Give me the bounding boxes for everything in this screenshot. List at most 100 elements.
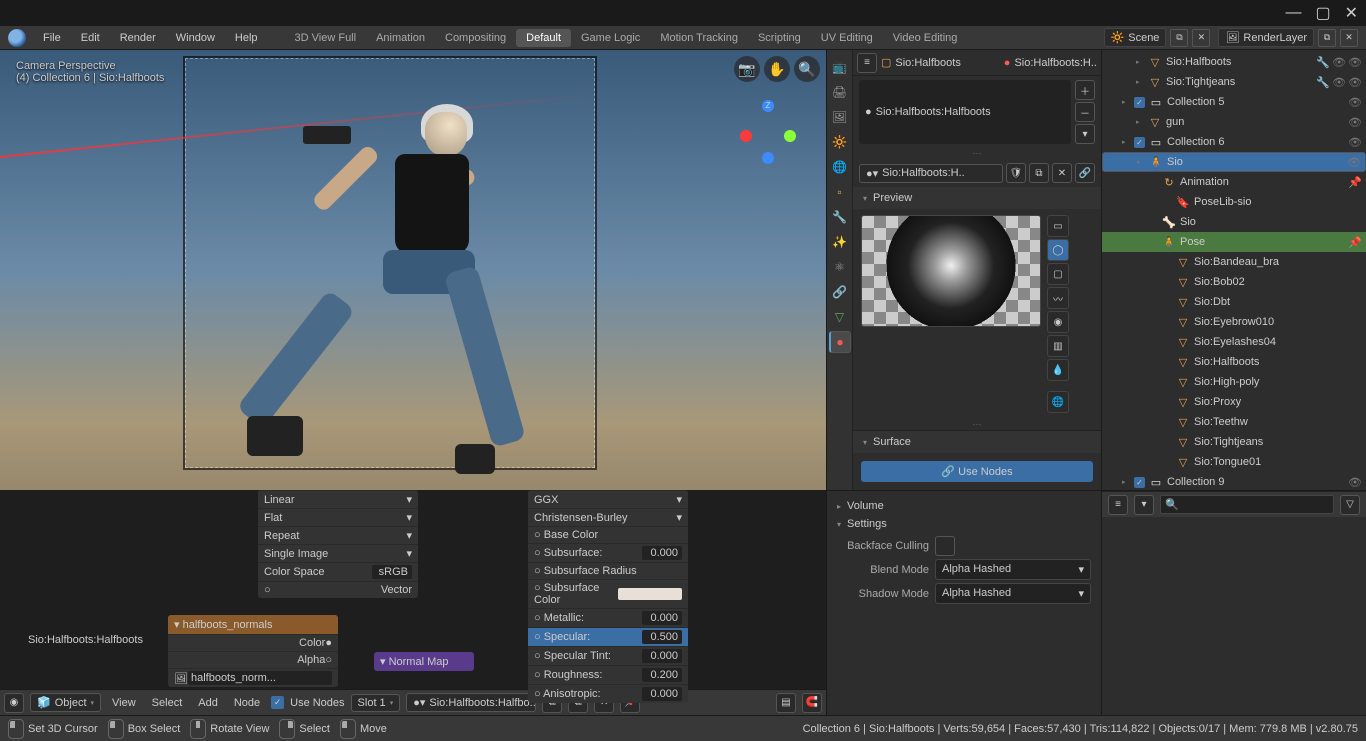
viewlayer-delete-icon[interactable]: ✕ xyxy=(1340,29,1358,47)
tab-viewlayer-icon[interactable]: 🖼 xyxy=(829,106,851,128)
menu-edit[interactable]: Edit xyxy=(72,29,109,47)
mat-fake-user-icon[interactable]: 🛡 xyxy=(1006,163,1026,183)
preview-sphere-icon[interactable]: ◯ xyxy=(1047,239,1069,261)
use-nodes-checkbox[interactable]: ✓ xyxy=(271,696,284,709)
bsdf-input[interactable]: ○ Anisotropic:0.000 xyxy=(528,684,688,703)
volume-panel-header[interactable]: ▸Volume xyxy=(837,497,1091,515)
menu-window[interactable]: Window xyxy=(167,29,224,47)
bsdf-input[interactable]: ○ Subsurface Radius xyxy=(528,562,688,579)
backface-checkbox[interactable] xyxy=(935,536,955,556)
outliner-row[interactable]: ▸▽gun👁 xyxy=(1102,112,1366,132)
shadow-mode-select[interactable]: Alpha Hashed▾ xyxy=(935,583,1091,604)
preview-hair-icon[interactable]: 〰 xyxy=(1047,287,1069,309)
outliner-filter-icon[interactable]: ▽ xyxy=(1340,495,1360,515)
outliner-row[interactable]: ▽Sio:Teethw xyxy=(1102,412,1366,432)
outliner-row[interactable]: ▽Sio:Halfboots xyxy=(1102,352,1366,372)
preview-shaderball-icon[interactable]: ◉ xyxy=(1047,311,1069,333)
settings-panel-header[interactable]: ▾Settings xyxy=(837,515,1091,533)
outliner-row[interactable]: ↻Animation📌 xyxy=(1102,172,1366,192)
outliner-row[interactable]: ▸✓▭Collection 5👁 xyxy=(1102,92,1366,112)
tab-render-icon[interactable]: 📺 xyxy=(829,56,851,78)
bsdf-input[interactable]: ○ Base Color xyxy=(528,526,688,543)
props-editor-icon[interactable]: ≡ xyxy=(857,53,877,73)
normals-texture-node[interactable]: ▾ halfboots_normals Color ● Alpha ○ 🖼 ha… xyxy=(168,615,338,687)
bsdf-input[interactable]: ○ Specular:0.500 xyxy=(528,627,688,646)
mat-slot-menu-icon[interactable]: ▾ xyxy=(1075,124,1095,144)
outliner-row[interactable]: ▽Sio:Proxy xyxy=(1102,392,1366,412)
workspace-tab[interactable]: Game Logic xyxy=(571,29,650,47)
scene-new-icon[interactable]: ⧉ xyxy=(1170,29,1188,47)
surface-panel-header[interactable]: ▾Surface xyxy=(853,431,1101,453)
tab-world-icon[interactable]: 🌐 xyxy=(829,156,851,178)
workspace-tab[interactable]: Animation xyxy=(366,29,435,47)
outliner-row[interactable]: ▸▽Sio:Tightjeans🔧👁👁 xyxy=(1102,72,1366,92)
view-camera-icon[interactable]: 📷 xyxy=(734,56,760,82)
bsdf-input[interactable]: ○ Metallic:0.000 xyxy=(528,608,688,627)
maximize-icon[interactable]: ▢ xyxy=(1315,3,1330,23)
view-pan-icon[interactable]: ✋ xyxy=(764,56,790,82)
tab-object-icon[interactable]: ▫ xyxy=(829,181,851,203)
node-menu-view[interactable]: View xyxy=(107,697,141,709)
outliner-row[interactable]: ▽Sio:High-poly xyxy=(1102,372,1366,392)
use-nodes-button[interactable]: 🔗 Use Nodes xyxy=(861,461,1093,482)
mat-slot-remove-icon[interactable]: － xyxy=(1075,102,1095,122)
tab-material-icon[interactable]: ● xyxy=(829,331,851,353)
mat-nodetree-icon[interactable]: 🔗 xyxy=(1075,163,1095,183)
outliner-display-icon[interactable]: ▾ xyxy=(1134,495,1154,515)
menu-file[interactable]: File xyxy=(34,29,70,47)
tab-physics-icon[interactable]: ⚛ xyxy=(829,256,851,278)
blend-mode-select[interactable]: Alpha Hashed▾ xyxy=(935,559,1091,580)
outliner-row[interactable]: ▽Sio:Bob02 xyxy=(1102,272,1366,292)
tab-data-icon[interactable]: ▽ xyxy=(829,306,851,328)
breadcrumb-mat[interactable]: Sio:Halfboots:H.. xyxy=(1014,57,1097,69)
minimize-icon[interactable]: — xyxy=(1285,4,1301,22)
outliner-row[interactable]: ▽Sio:Tongue01 xyxy=(1102,452,1366,472)
outliner-row[interactable]: ▽Sio:Eyebrow010 xyxy=(1102,312,1366,332)
node-mode-selector[interactable]: 🧊 Object▾ xyxy=(30,693,101,712)
outliner-search[interactable]: 🔍 xyxy=(1160,495,1334,514)
outliner-row[interactable]: ▸▽Sio:Halfboots🔧👁👁 xyxy=(1102,52,1366,72)
scene-selector[interactable]: 🔆 Scene xyxy=(1104,28,1167,47)
tab-modifier-icon[interactable]: 🔧 xyxy=(829,206,851,228)
tab-output-icon[interactable]: 🖨 xyxy=(829,81,851,103)
tab-constraint-icon[interactable]: 🔗 xyxy=(829,281,851,303)
viewlayer-new-icon[interactable]: ⧉ xyxy=(1318,29,1336,47)
node-menu-add[interactable]: Add xyxy=(193,697,223,709)
node-menu-node[interactable]: Node xyxy=(229,697,265,709)
outliner-row[interactable]: ▸🧍Sio👁 xyxy=(1102,152,1366,172)
preview-flat-icon[interactable]: ▭ xyxy=(1047,215,1069,237)
outliner-row[interactable]: ▸✓▭Collection 9👁 xyxy=(1102,472,1366,492)
bsdf-input[interactable]: ○ Roughness:0.200 xyxy=(528,665,688,684)
workspace-tab[interactable]: UV Editing xyxy=(811,29,883,47)
node-editor[interactable]: Sio:Halfboots:Halfboots Linear▾ Flat▾ Re… xyxy=(0,490,826,715)
slot-selector[interactable]: Slot 1▾ xyxy=(351,694,401,712)
normal-map-node[interactable]: ▾ Normal Map xyxy=(374,652,474,671)
viewlayer-selector[interactable]: 🖼 RenderLayer xyxy=(1218,28,1314,47)
workspace-tab[interactable]: 3D View Full xyxy=(285,29,367,47)
outliner-row[interactable]: ▽Sio:Bandeau_bra xyxy=(1102,252,1366,272)
image-texture-node[interactable]: Linear▾ Flat▾ Repeat▾ Single Image▾ Colo… xyxy=(258,490,418,598)
workspace-tab[interactable]: Motion Tracking xyxy=(650,29,748,47)
preview-fluid-icon[interactable]: 💧 xyxy=(1047,359,1069,381)
menu-help[interactable]: Help xyxy=(226,29,267,47)
workspace-tab[interactable]: Default xyxy=(516,29,571,47)
preview-cloth-icon[interactable]: ▥ xyxy=(1047,335,1069,357)
workspace-tab[interactable]: Compositing xyxy=(435,29,516,47)
node-backdrop-icon[interactable]: ▤ xyxy=(776,693,796,713)
scene-delete-icon[interactable]: ✕ xyxy=(1192,29,1210,47)
outliner-row[interactable]: 🧍Pose📌 xyxy=(1102,232,1366,252)
principled-bsdf-node[interactable]: GGX▾ Christensen-Burley▾ ○ Base Color○ S… xyxy=(528,490,688,703)
outliner-type-icon[interactable]: ≡ xyxy=(1108,495,1128,515)
node-snap-icon[interactable]: 🧲 xyxy=(802,693,822,713)
preview-cube-icon[interactable]: ▢ xyxy=(1047,263,1069,285)
preview-panel-header[interactable]: ▾Preview xyxy=(853,187,1101,209)
bsdf-input[interactable]: ○ Subsurface Color xyxy=(528,579,688,608)
preview-world-icon[interactable]: 🌐 xyxy=(1047,391,1069,413)
workspace-tab[interactable]: Scripting xyxy=(748,29,811,47)
breadcrumb-obj[interactable]: Sio:Halfboots xyxy=(895,57,960,69)
bsdf-input[interactable]: ○ Subsurface:0.000 xyxy=(528,543,688,562)
menu-render[interactable]: Render xyxy=(111,29,165,47)
node-menu-select[interactable]: Select xyxy=(147,697,188,709)
material-datablock[interactable]: ●▾ Sio:Halfboots:H.. xyxy=(859,164,1003,183)
workspace-tab[interactable]: Video Editing xyxy=(883,29,968,47)
